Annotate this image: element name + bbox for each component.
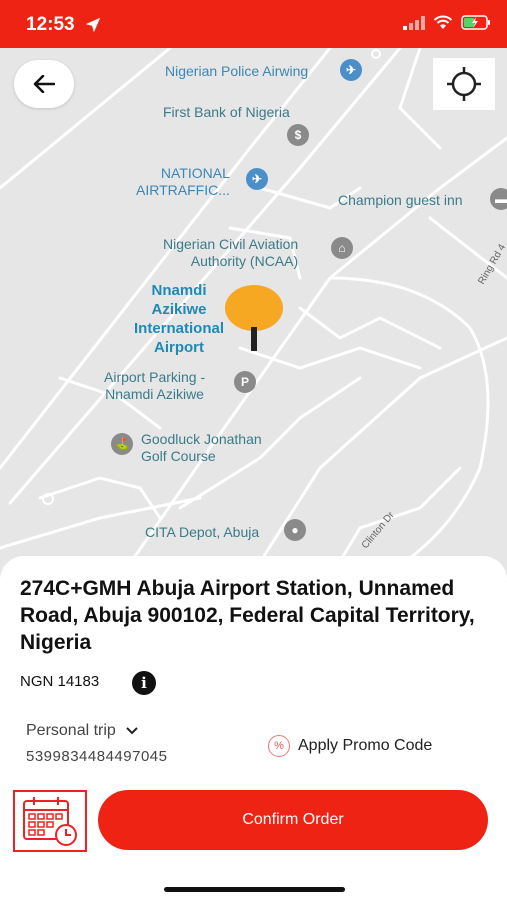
poi-champion-guest-inn[interactable]: Champion guest inn [338, 192, 463, 209]
poi-cita-depot[interactable]: CITA Depot, Abuja [145, 524, 259, 541]
home-indicator[interactable] [164, 887, 345, 892]
calendar-clock-icon [23, 797, 77, 846]
poi-parking-line1: Airport Parking - [104, 369, 206, 385]
poi-airport-line3: International [134, 320, 225, 337]
battery-charging-icon [461, 15, 490, 30]
trip-type-label: Personal trip [26, 722, 116, 739]
trip-number: 5399834484497045 [26, 748, 168, 765]
info-glyph: i [141, 674, 147, 692]
poi-airport-parking[interactable]: Airport Parking - Nnamdi Azikiwe [104, 369, 205, 403]
government-pin-icon[interactable]: ⌂ [331, 237, 353, 259]
location-arrow-icon [85, 17, 101, 33]
golf-pin-icon[interactable]: ⛳ [111, 433, 133, 455]
bed-pin-icon[interactable]: ▬ [490, 188, 507, 210]
promo-glyph: % [274, 740, 284, 752]
signal-icon [403, 15, 425, 30]
apply-promo-button[interactable]: % Apply Promo Code [268, 735, 432, 757]
parking-pin-icon[interactable]: P [234, 371, 256, 393]
place-pin-icon[interactable]: ● [284, 519, 306, 541]
airport-pin-icon[interactable]: ✈ [340, 59, 362, 81]
bank-pin-icon[interactable]: $ [287, 124, 309, 146]
poi-airport-line4: Airport [154, 339, 204, 356]
map-view[interactable]: Nigerian Police Airwing ✈ First Bank of … [0, 48, 507, 578]
poi-first-bank[interactable]: First Bank of Nigeria [163, 104, 290, 121]
back-button[interactable] [14, 60, 74, 108]
destination-marker-icon[interactable] [225, 285, 283, 331]
poi-golf-line1: Goodluck Jonathan [141, 431, 262, 447]
fare-price: NGN 14183 [20, 673, 100, 690]
poi-airport-line2: Azikiwe [151, 301, 207, 318]
confirm-order-button[interactable]: Confirm Order [98, 790, 488, 850]
status-bar: 12:53 [0, 0, 507, 48]
info-icon[interactable]: i [132, 671, 156, 695]
chevron-down-icon [126, 727, 138, 735]
destination-address: 274C+GMH Abuja Airport Station, Unnamed … [20, 577, 475, 654]
poi-parking-line2: Nnamdi Azikiwe [105, 386, 204, 402]
poi-national-airtraffic-line1: NATIONAL [160, 165, 230, 181]
my-location-button[interactable] [433, 58, 495, 110]
trip-type-dropdown[interactable]: Personal trip [26, 722, 138, 740]
poi-airport-line1: Nnamdi [151, 282, 207, 299]
wifi-icon [433, 15, 453, 29]
poi-national-airtraffic[interactable]: NATIONAL AIRTRAFFIC... [136, 165, 230, 199]
poi-golf-course[interactable]: Goodluck Jonathan Golf Course [141, 431, 262, 465]
poi-police-airwing[interactable]: Nigerian Police Airwing [165, 63, 308, 80]
poi-national-airtraffic-line2: AIRTRAFFIC... [136, 182, 230, 198]
poi-golf-line2: Golf Course [141, 448, 216, 464]
status-icons [403, 15, 491, 30]
percent-icon: % [268, 735, 290, 757]
poi-ncaa-line1: Nigerian Civil Aviation [163, 236, 299, 252]
arrow-left-icon [33, 75, 55, 93]
schedule-button[interactable] [13, 790, 87, 852]
status-time: 12:53 [26, 14, 75, 35]
order-sheet: 274C+GMH Abuja Airport Station, Unnamed … [0, 556, 507, 900]
poi-ncaa[interactable]: Nigerian Civil Aviation Authority (NCAA) [163, 236, 298, 270]
crosshair-icon [447, 67, 481, 101]
airplane-pin-icon[interactable]: ✈ [246, 168, 268, 190]
poi-ncaa-line2: Authority (NCAA) [190, 253, 299, 269]
destination-marker-stem [251, 327, 257, 351]
poi-airport[interactable]: Nnamdi Azikiwe International Airport [134, 281, 224, 357]
promo-label: Apply Promo Code [298, 737, 433, 754]
